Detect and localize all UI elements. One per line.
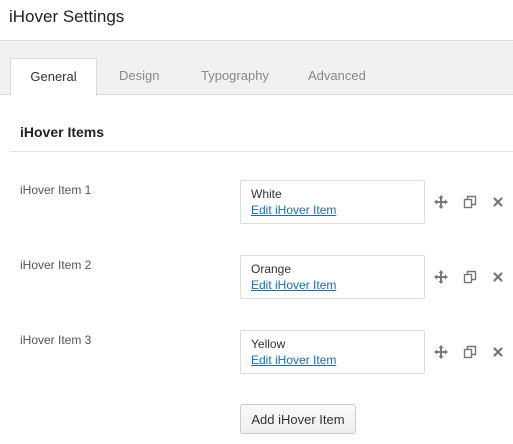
item-box: Orange Edit iHover Item — [240, 255, 425, 299]
item-label: iHover Item 1 — [20, 183, 92, 197]
section-title: iHover Items — [20, 124, 105, 140]
item-box: White Edit iHover Item — [240, 180, 425, 224]
clone-icon[interactable] — [463, 195, 477, 209]
delete-icon[interactable] — [491, 345, 505, 359]
item-box: Yellow Edit iHover Item — [240, 330, 425, 374]
item-value: Orange — [251, 262, 292, 276]
delete-icon[interactable] — [491, 195, 505, 209]
tab-general[interactable]: General — [10, 58, 97, 96]
edit-item-link[interactable]: Edit iHover Item — [251, 202, 414, 218]
add-item-button[interactable]: Add iHover Item — [240, 404, 356, 434]
item-value: Yellow — [251, 337, 286, 351]
move-icon[interactable] — [434, 270, 448, 284]
tab-advanced[interactable]: Advanced — [308, 58, 366, 95]
item-label: iHover Item 2 — [20, 258, 92, 272]
tab-design[interactable]: Design — [119, 58, 159, 95]
clone-icon[interactable] — [463, 345, 477, 359]
delete-icon[interactable] — [491, 270, 505, 284]
clone-icon[interactable] — [463, 270, 477, 284]
item-label: iHover Item 3 — [20, 333, 92, 347]
edit-item-link[interactable]: Edit iHover Item — [251, 277, 414, 293]
tab-bar: General Design Typography Advanced — [0, 42, 513, 96]
edit-item-link[interactable]: Edit iHover Item — [251, 352, 414, 368]
tab-typography[interactable]: Typography — [201, 58, 269, 95]
move-icon[interactable] — [434, 345, 448, 359]
item-value: White — [251, 187, 282, 201]
section-divider — [10, 151, 513, 152]
header-bar: iHover Settings — [0, 0, 513, 41]
page-title: iHover Settings — [9, 7, 125, 26]
settings-page: iHover Settings General Design Typograph… — [0, 0, 513, 444]
move-icon[interactable] — [434, 195, 448, 209]
